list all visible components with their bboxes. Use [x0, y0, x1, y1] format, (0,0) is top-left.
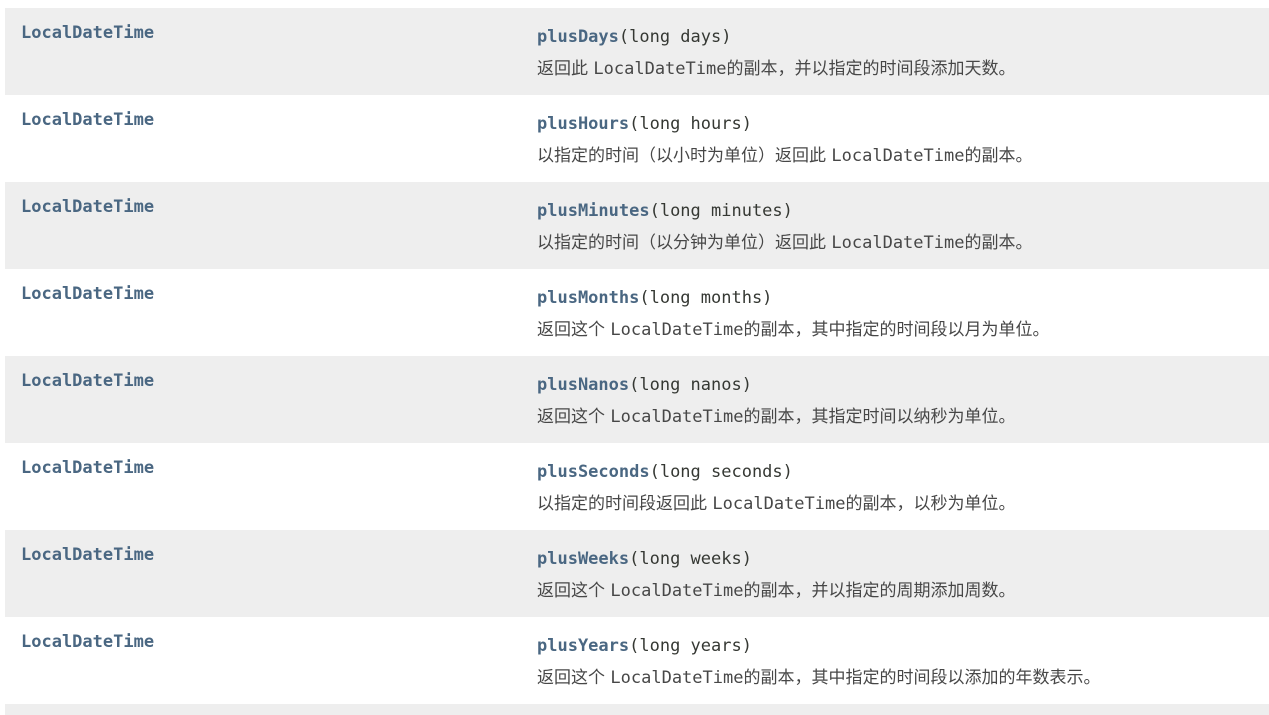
description-text: 的副本，其中指定的时间段以月为单位。 — [743, 320, 1050, 340]
description-code: LocalDateTime — [831, 146, 965, 166]
method-cell: plusSeconds(long seconds) 以指定的时间段返回此 Loc… — [537, 458, 1261, 519]
description-text: 返回这个 — [537, 668, 611, 688]
method-name-link[interactable]: plusDays — [537, 27, 619, 47]
method-row-plusyears: LocalDateTime plusYears(long years) 返回这个… — [5, 617, 1269, 704]
method-row-plusnanos: LocalDateTime plusNanos(long nanos) 返回这个… — [5, 356, 1269, 443]
description-text: 的副本，并以指定的周期添加周数。 — [743, 581, 1016, 601]
return-type-link[interactable]: LocalDateTime — [21, 110, 154, 130]
method-cell: plusHours(long hours) 以指定的时间（以小时为单位）返回此 … — [537, 110, 1261, 171]
method-signature: plusMonths(long months) — [537, 284, 1261, 312]
method-signature: plusSeconds(long seconds) — [537, 458, 1261, 486]
method-signature: plusNanos(long nanos) — [537, 371, 1261, 399]
description-code: LocalDateTime — [593, 59, 727, 79]
method-cell: plusMinutes(long minutes) 以指定的时间（以分钟为单位）… — [537, 197, 1261, 258]
method-name-link[interactable]: plusMonths — [537, 288, 639, 308]
method-name-link[interactable]: plusNanos — [537, 375, 629, 395]
description-code: LocalDateTime — [610, 407, 744, 427]
method-cell: plusYears(long years) 返回这个 LocalDateTime… — [537, 632, 1261, 693]
method-summary-table: LocalDateTime plusDays(long days) 返回此 Lo… — [5, 0, 1269, 715]
method-params: (long weeks) — [629, 549, 752, 569]
method-signature: plusYears(long years) — [537, 632, 1261, 660]
description-code: LocalDateTime — [712, 494, 846, 514]
method-signature: plusDays(long days) — [537, 23, 1261, 51]
description-text: 的副本，其指定时间以纳秒为单位。 — [743, 407, 1016, 427]
method-description: 返回这个 LocalDateTime的副本，其指定时间以纳秒为单位。 — [537, 402, 1261, 432]
method-cell: plusMonths(long months) 返回这个 LocalDateTi… — [537, 284, 1261, 345]
description-code: LocalDateTime — [610, 668, 744, 688]
method-row-plusdays: LocalDateTime plusDays(long days) 返回此 Lo… — [5, 8, 1269, 95]
return-type-link[interactable]: LocalDateTime — [21, 197, 154, 217]
method-params: (long seconds) — [649, 462, 793, 482]
description-code: LocalDateTime — [831, 233, 965, 253]
description-code: LocalDateTime — [610, 320, 744, 340]
return-type-link[interactable]: LocalDateTime — [21, 371, 154, 391]
method-name-link[interactable]: plusYears — [537, 636, 629, 656]
description-text: 的副本。 — [964, 146, 1033, 166]
method-params: (long months) — [639, 288, 773, 308]
method-description: 返回此 LocalDateTime的副本，并以指定的时间段添加天数。 — [537, 54, 1261, 84]
description-text: 返回此 — [537, 59, 594, 79]
description-text: 返回这个 — [537, 407, 611, 427]
method-description: 以指定的时间（以小时为单位）返回此 LocalDateTime的副本。 — [537, 141, 1261, 171]
description-text: 以指定的时间（以小时为单位）返回此 — [537, 146, 832, 166]
return-type-link[interactable]: LocalDateTime — [21, 284, 154, 304]
method-row-plusweeks: LocalDateTime plusWeeks(long weeks) 返回这个… — [5, 530, 1269, 617]
description-code: LocalDateTime — [610, 581, 744, 601]
method-row-plusseconds: LocalDateTime plusSeconds(long seconds) … — [5, 443, 1269, 530]
description-text: 的副本，并以指定的时间段添加天数。 — [726, 59, 1016, 79]
method-name-link[interactable]: plusWeeks — [537, 549, 629, 569]
method-params: (long hours) — [629, 114, 752, 134]
method-params: (long nanos) — [629, 375, 752, 395]
return-type-link[interactable]: LocalDateTime — [21, 632, 154, 652]
method-description: 返回这个 LocalDateTime的副本，其中指定的时间段以月为单位。 — [537, 315, 1261, 345]
description-text: 返回这个 — [537, 581, 611, 601]
table-bottom-border — [5, 704, 1269, 715]
return-type-link[interactable]: LocalDateTime — [21, 545, 154, 565]
method-description: 以指定的时间段返回此 LocalDateTime的副本，以秒为单位。 — [537, 489, 1261, 519]
method-signature: plusMinutes(long minutes) — [537, 197, 1261, 225]
method-row-plushours: LocalDateTime plusHours(long hours) 以指定的… — [5, 95, 1269, 182]
method-description: 返回这个 LocalDateTime的副本，并以指定的周期添加周数。 — [537, 576, 1261, 606]
method-signature: plusWeeks(long weeks) — [537, 545, 1261, 573]
return-type-link[interactable]: LocalDateTime — [21, 23, 154, 43]
return-type-link[interactable]: LocalDateTime — [21, 458, 154, 478]
method-description: 返回这个 LocalDateTime的副本，其中指定的时间段以添加的年数表示。 — [537, 663, 1261, 693]
description-text: 返回这个 — [537, 320, 611, 340]
method-cell: plusDays(long days) 返回此 LocalDateTime的副本… — [537, 23, 1261, 84]
method-signature: plusHours(long hours) — [537, 110, 1261, 138]
method-cell: plusWeeks(long weeks) 返回这个 LocalDateTime… — [537, 545, 1261, 606]
description-text: 的副本，以秒为单位。 — [845, 494, 1016, 514]
description-text: 的副本，其中指定的时间段以添加的年数表示。 — [743, 668, 1101, 688]
description-text: 以指定的时间段返回此 — [537, 494, 713, 514]
method-row-plusmonths: LocalDateTime plusMonths(long months) 返回… — [5, 269, 1269, 356]
description-text: 以指定的时间（以分钟为单位）返回此 — [537, 233, 832, 253]
method-name-link[interactable]: plusMinutes — [537, 201, 650, 221]
method-params: (long years) — [629, 636, 752, 656]
method-row-plusminutes: LocalDateTime plusMinutes(long minutes) … — [5, 182, 1269, 269]
method-name-link[interactable]: plusSeconds — [537, 462, 650, 482]
method-name-link[interactable]: plusHours — [537, 114, 629, 134]
table-top-border — [5, 0, 1269, 8]
method-cell: plusNanos(long nanos) 返回这个 LocalDateTime… — [537, 371, 1261, 432]
description-text: 的副本。 — [964, 233, 1033, 253]
method-params: (long days) — [618, 27, 732, 47]
method-params: (long minutes) — [649, 201, 793, 221]
method-description: 以指定的时间（以分钟为单位）返回此 LocalDateTime的副本。 — [537, 228, 1261, 258]
